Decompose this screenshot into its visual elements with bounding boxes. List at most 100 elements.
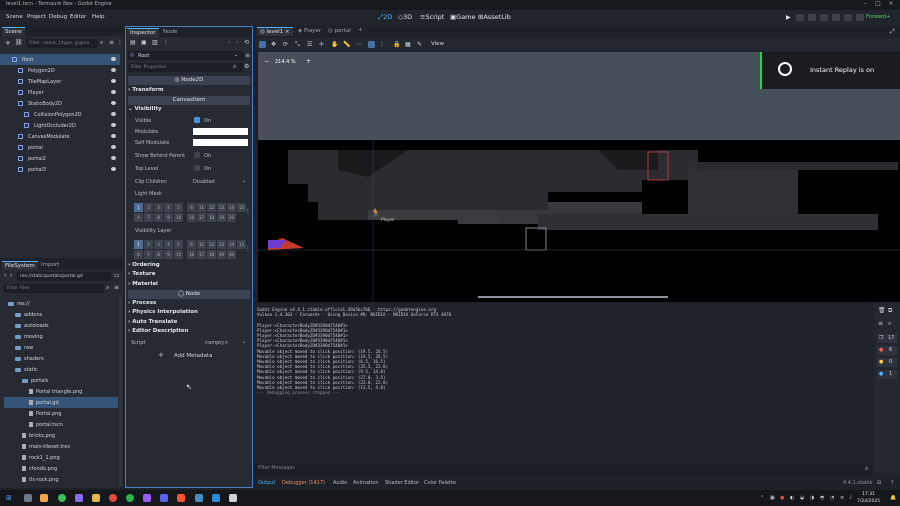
workspace-script[interactable]: ≡Script <box>420 13 444 21</box>
close-window-button[interactable]: × <box>886 0 896 10</box>
file-item-8[interactable]: Portal triangle.png <box>4 386 118 397</box>
file-item-2[interactable]: autoloads <box>4 320 118 331</box>
scene-node-1[interactable]: Polygon2D <box>0 65 120 76</box>
scale-tool-icon[interactable]: ⤡ <box>295 41 300 49</box>
count-errors[interactable]: ● 6 <box>877 346 897 355</box>
tray-app-icon[interactable]: ▣ <box>770 495 775 501</box>
layer-bit-cell[interactable]: 13 <box>217 203 226 212</box>
scene-node-8[interactable]: portal <box>0 142 120 153</box>
layer-bit-cell[interactable]: 11 <box>197 203 206 212</box>
taskbar-app-4-icon[interactable] <box>75 494 83 502</box>
section-visibility[interactable]: ⌄ Visibility <box>128 106 250 115</box>
section-physics-interpolation[interactable]: › Physics Interpolation <box>128 309 250 318</box>
play-icon[interactable]: ▶ <box>786 14 791 21</box>
scene-node-10[interactable]: portal3 <box>0 164 120 175</box>
ruler-tool-icon[interactable]: 📏 <box>343 41 350 48</box>
visibility-eye-icon[interactable] <box>111 90 116 94</box>
whatsapp-icon[interactable] <box>58 494 66 502</box>
workspace-assetlib[interactable]: ⊞AssetLib <box>478 13 511 21</box>
layer-bit-cell[interactable]: 12 <box>207 240 216 249</box>
inspector-node-field[interactable]: ◎ Root ⌄ <box>128 51 244 60</box>
layer-bit-cell[interactable]: 7 <box>144 213 153 222</box>
visibility-eye-icon[interactable] <box>111 101 116 105</box>
panel-toggle-icon[interactable]: ⊟ <box>877 480 881 486</box>
smart-snap-icon[interactable]: ⋯ <box>356 41 362 48</box>
copy-output-icon[interactable]: ⧉ <box>888 307 892 315</box>
layer-bit-cell[interactable]: 3 <box>154 240 163 249</box>
layer-bit-cell[interactable]: 6 <box>187 240 196 249</box>
property-filter-input[interactable]: Filter Properties <box>128 63 243 72</box>
file-item-5[interactable]: shaders <box>4 353 118 364</box>
layer-bit-cell[interactable]: 10 <box>174 213 183 222</box>
tab-filesystem[interactable]: FileSystem <box>2 261 38 270</box>
vscode-icon[interactable] <box>212 494 220 502</box>
tab-import[interactable]: Import <box>38 261 62 269</box>
layer-bit-cell[interactable]: 7 <box>144 250 153 259</box>
tab-color-palette[interactable]: Color Palette <box>424 480 456 486</box>
play-scene-icon[interactable] <box>832 14 840 21</box>
workspace-game[interactable]: ▣Game <box>450 13 476 21</box>
visibility-layer-menu-icon[interactable]: ⋮ <box>245 245 251 252</box>
layer-bit-cell[interactable]: 1 <box>134 203 143 212</box>
menu-project[interactable]: Project <box>27 14 46 20</box>
path-field[interactable]: res://static/portals/portal.gd <box>17 272 111 281</box>
layer-bit-cell[interactable]: 1 <box>134 240 143 249</box>
layer-bit-cell[interactable]: 5 <box>174 240 183 249</box>
workspace-3d[interactable]: ◇3D <box>398 13 412 21</box>
top-level-checkbox[interactable] <box>194 165 200 171</box>
file-item-1[interactable]: addons <box>4 309 118 320</box>
godot-taskbar-icon[interactable] <box>195 494 203 502</box>
layer-bit-cell[interactable]: 19 <box>217 250 226 259</box>
expand-panel-icon[interactable]: ⇡ <box>890 480 894 486</box>
layer-bit-cell[interactable]: 8 <box>154 250 163 259</box>
clock-date[interactable]: 7/24/2025 <box>857 499 880 504</box>
layer-bit-cell[interactable]: 9 <box>164 213 173 222</box>
count-warnings[interactable]: ● 0 <box>877 358 897 367</box>
node-dropdown-icon[interactable]: ⌄ <box>234 52 238 58</box>
taskbar-app-8-icon[interactable] <box>143 494 151 502</box>
layer-bit-cell[interactable]: 16 <box>187 213 196 222</box>
scene-node-3[interactable]: Player <box>0 87 120 98</box>
player-sprite-icon[interactable]: 🏃 <box>370 209 381 219</box>
tab-scene[interactable]: Scene <box>2 27 25 36</box>
list-select-icon[interactable]: ☰ <box>307 41 312 48</box>
discord-icon[interactable] <box>160 494 168 502</box>
volume-icon[interactable]: ♪ <box>849 495 852 501</box>
section-editor-description[interactable]: › Editor Description <box>128 328 250 337</box>
zoom-out-icon[interactable]: − <box>264 58 269 65</box>
clock-time[interactable]: 17:31 <box>862 492 875 497</box>
history-forward-icon[interactable]: › <box>236 39 238 46</box>
layer-bit-cell[interactable]: 6 <box>187 203 196 212</box>
layer-bit-cell[interactable]: 8 <box>154 213 163 222</box>
inspector-more-icon[interactable]: ⋮ <box>163 39 169 46</box>
canvas-viewport[interactable]: 🏃 Player − 214.4 % + <box>258 52 900 302</box>
skeleton-icon[interactable]: ✎ <box>417 41 422 48</box>
file-explorer-icon[interactable] <box>92 494 100 502</box>
minimize-button[interactable]: – <box>860 0 870 10</box>
snap-options-icon[interactable]: ⋮ <box>379 41 385 48</box>
clip-children-select[interactable]: Disabled <box>193 179 215 185</box>
layer-bit-cell[interactable]: 20 <box>227 213 236 222</box>
stop-icon[interactable] <box>808 14 816 21</box>
output-search-icon[interactable]: ⌕ <box>888 320 891 328</box>
notification-bell-icon[interactable]: 🔔 <box>890 495 896 501</box>
section-process[interactable]: › Process <box>128 300 250 309</box>
pivot-tool-icon[interactable]: ✛ <box>319 41 324 48</box>
file-item-14[interactable]: rock1_1.png <box>4 452 118 463</box>
tab-inspector[interactable]: Inspector <box>127 28 159 37</box>
spotify-icon[interactable] <box>126 494 134 502</box>
back-arrow-icon[interactable]: ‹ <box>4 272 6 279</box>
layer-bit-cell[interactable]: 17 <box>197 250 206 259</box>
scene-tab-portal[interactable]: ◎ portal <box>325 27 354 35</box>
tray-record-icon[interactable]: ● <box>780 495 784 501</box>
wifi-icon[interactable]: ≋ <box>840 495 844 501</box>
scene-node-2[interactable]: TileMapLayer <box>0 76 120 87</box>
section-ordering[interactable]: › Ordering <box>128 262 250 271</box>
taskbar-app-1-icon[interactable] <box>24 494 32 502</box>
layer-bit-cell[interactable]: 20 <box>227 250 236 259</box>
layer-bit-cell[interactable]: 14 <box>227 240 236 249</box>
tab-animation[interactable]: Animation <box>353 480 379 486</box>
tray-chevron-icon[interactable]: ⌃ <box>760 495 764 501</box>
section-auto-translate[interactable]: › Auto Translate <box>128 319 250 328</box>
movie-icon[interactable] <box>856 14 864 21</box>
